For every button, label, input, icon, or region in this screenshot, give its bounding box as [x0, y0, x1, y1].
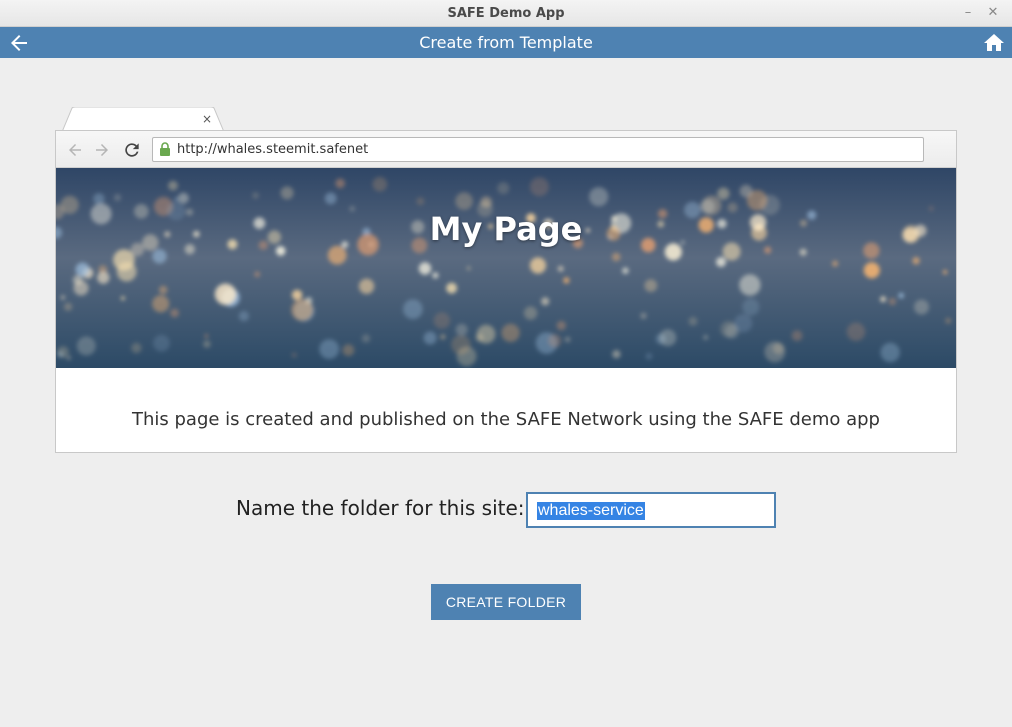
folder-name-label: Name the folder for this site: — [236, 496, 525, 520]
hero-banner: My Page — [56, 168, 956, 368]
home-icon — [984, 34, 1004, 51]
page-title: Create from Template — [419, 33, 593, 52]
browser-forward-icon — [96, 144, 108, 156]
close-window-button[interactable]: ✕ — [984, 4, 1002, 22]
tab-close-button[interactable]: × — [200, 112, 214, 126]
browser-reload-icon — [125, 143, 139, 157]
browser-preview: http://whales.steemit.safenet My Page Th… — [55, 130, 957, 453]
folder-name-value: whales-service — [537, 502, 645, 520]
app-header: Create from Template — [0, 27, 1012, 58]
url-bar: http://whales.steemit.safenet — [152, 137, 924, 162]
folder-name-input[interactable]: whales-service — [526, 492, 776, 528]
window-title: SAFE Demo App — [447, 6, 565, 21]
hero-title: My Page — [429, 210, 583, 248]
lock-icon — [160, 142, 170, 156]
page-description: This page is created and published on th… — [131, 409, 880, 430]
home-button[interactable] — [982, 31, 1006, 55]
create-folder-button[interactable]: CREATE FOLDER — [431, 584, 581, 620]
window-titlebar: SAFE Demo App – ✕ — [0, 0, 1012, 27]
url-text: http://whales.steemit.safenet — [177, 142, 369, 157]
bokeh-city-background — [56, 168, 956, 368]
minimize-button[interactable]: – — [959, 4, 977, 22]
browser-toolbar: http://whales.steemit.safenet — [56, 131, 956, 168]
browser-back-icon — [69, 144, 81, 156]
